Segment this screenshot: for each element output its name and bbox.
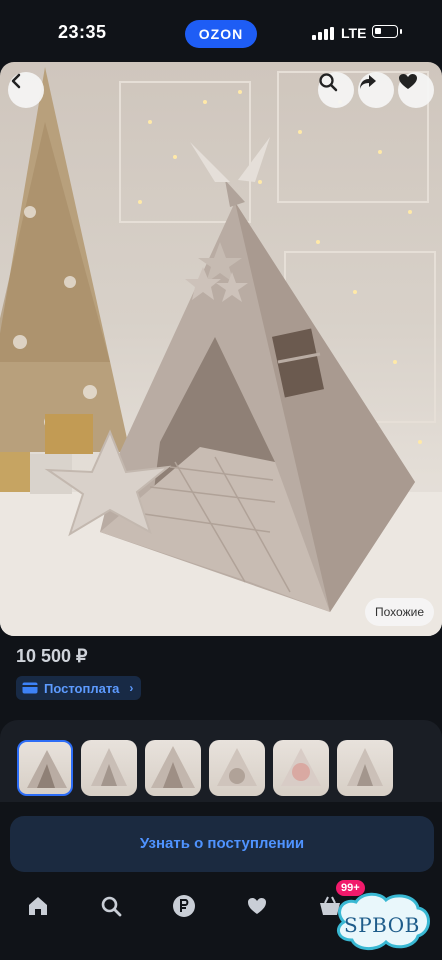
thumbnail[interactable] <box>81 740 137 796</box>
status-bar: 23:35 OZON LTE <box>0 0 442 62</box>
heart-icon <box>399 74 417 89</box>
card-icon <box>22 682 38 694</box>
thumbnail[interactable] <box>145 740 201 796</box>
chevron-left-icon <box>11 73 21 89</box>
status-time: 23:35 <box>58 22 107 42</box>
search-icon <box>101 896 122 917</box>
product-price: 10 500 ₽ <box>16 646 88 666</box>
share-arrow-icon <box>360 75 376 89</box>
thumbnail[interactable] <box>209 740 265 796</box>
thumbnail[interactable] <box>273 740 329 796</box>
nav-favorites[interactable] <box>241 890 273 922</box>
chevron-right-icon: › <box>129 681 134 695</box>
home-icon <box>29 897 47 915</box>
watermark-text: SPBOB <box>344 913 420 937</box>
share-button[interactable] <box>358 72 394 108</box>
signal-icon <box>312 27 334 40</box>
product-image[interactable]: Похожие <box>0 62 442 636</box>
thumbnail[interactable] <box>337 740 393 796</box>
thumbnail[interactable] <box>17 740 73 796</box>
network-label: LTE <box>341 25 367 41</box>
nav-home[interactable] <box>22 890 54 922</box>
search-icon <box>319 73 338 92</box>
postpay-label: Постоплата <box>44 680 120 696</box>
notify-when-available-button[interactable]: Узнать о поступлении <box>10 816 434 872</box>
nav-search[interactable] <box>95 890 127 922</box>
similar-button[interactable]: Похожие <box>365 598 434 626</box>
back-button[interactable] <box>8 72 44 108</box>
heart-icon <box>248 898 266 914</box>
nav-finance[interactable] <box>168 890 200 922</box>
favorite-button[interactable] <box>398 72 434 108</box>
battery-icon <box>372 25 398 38</box>
teepee-tent-illustration <box>0 67 442 636</box>
ozon-pill[interactable]: OZON <box>185 20 257 48</box>
search-image-button[interactable] <box>318 72 354 108</box>
ruble-icon <box>173 895 195 917</box>
postpay-badge[interactable]: Постоплата › <box>16 676 142 700</box>
